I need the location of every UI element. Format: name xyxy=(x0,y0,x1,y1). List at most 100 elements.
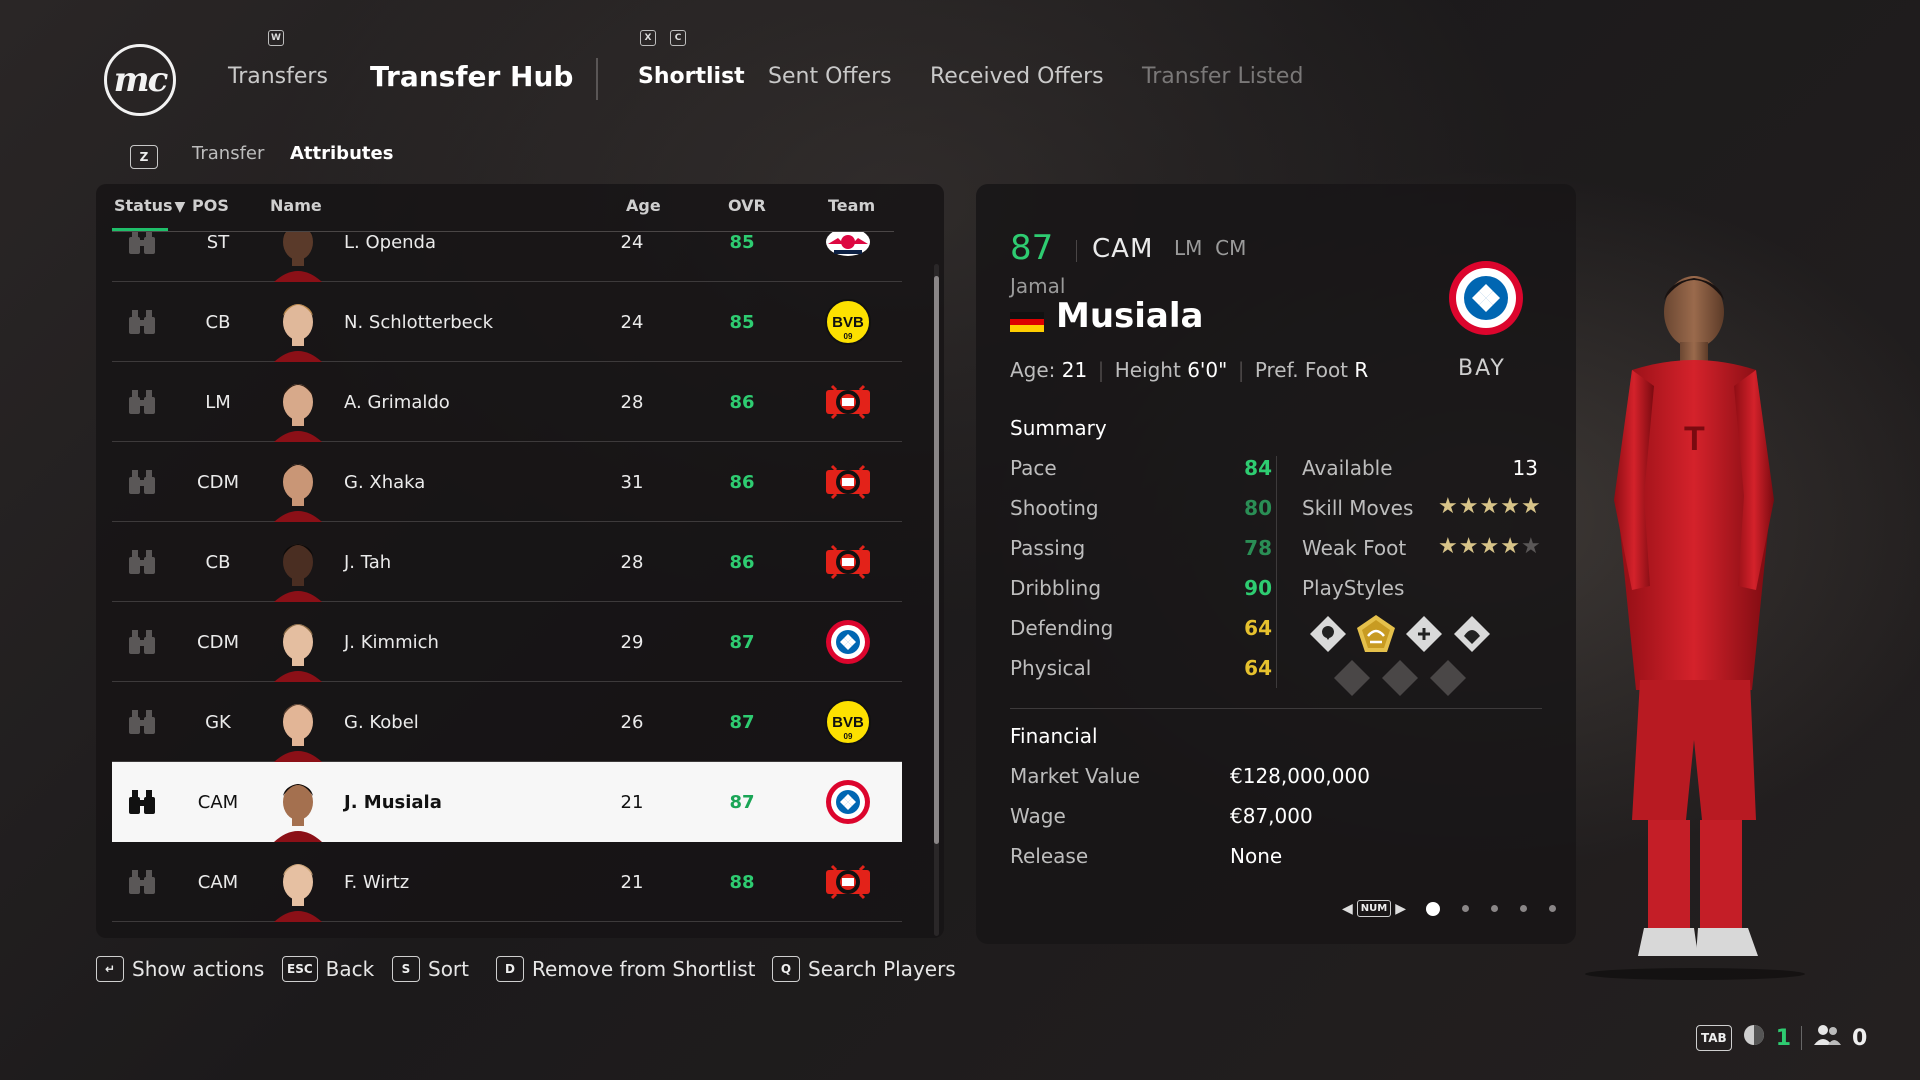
row-age: 28 xyxy=(620,391,644,413)
table-row[interactable]: LM A. Grimaldo 28 86 xyxy=(112,362,902,442)
player-headshot xyxy=(268,602,328,682)
age-value: 21 xyxy=(1061,358,1088,382)
tab-transfer-listed[interactable]: Transfer Listed xyxy=(1142,56,1303,96)
shortlist-binoculars-icon[interactable] xyxy=(124,762,160,842)
nav-transfers-label: Transfers xyxy=(228,63,328,89)
table-row[interactable]: CB J. Tah 28 86 xyxy=(112,522,902,602)
row-position: CAM xyxy=(197,871,239,893)
shortlist-binoculars-icon[interactable] xyxy=(124,682,160,762)
financial-title: Financial xyxy=(1010,724,1098,748)
sort-button[interactable]: S Sort xyxy=(392,954,469,984)
player-headshot xyxy=(268,362,328,442)
pager-dot[interactable] xyxy=(1491,905,1499,912)
tab-received-offers[interactable]: Received Offers xyxy=(930,56,1104,96)
stat-dribbling-label: Dribbling xyxy=(1010,576,1102,600)
summary-divider xyxy=(1276,456,1277,688)
leverkusen-crest-icon xyxy=(822,362,874,442)
table-row[interactable]: CDM J. Kimmich 29 87 xyxy=(112,602,902,682)
pager-dot[interactable] xyxy=(1520,905,1528,912)
tab-transfer-listed-label: Transfer Listed xyxy=(1142,63,1304,89)
page-pager[interactable]: ◀ NUM ▶ xyxy=(1342,900,1557,917)
column-age[interactable]: Age xyxy=(626,196,661,215)
shortlist-binoculars-icon[interactable] xyxy=(124,442,160,522)
show-actions-button[interactable]: ↵ Show actions xyxy=(96,954,264,984)
table-row[interactable]: CB N. Schlotterbeck 24 85 BVB 09 xyxy=(112,282,902,362)
subtab-transfer[interactable]: Transfer xyxy=(192,143,264,164)
table-row[interactable]: CAM J. Musiala 21 87 xyxy=(112,762,902,842)
chevron-right-icon[interactable]: ▶ xyxy=(1395,901,1406,917)
stat-passing-value: 78 xyxy=(1244,536,1272,560)
player-ovr: 87 xyxy=(1010,228,1054,268)
skill-moves-stars: ★★★★★ xyxy=(1438,494,1542,519)
playstyle-empty-slot-icon xyxy=(1380,658,1420,698)
tab-received-offers-label: Received Offers xyxy=(930,63,1104,89)
player-detail-panel: 87 CAM LM CM Jamal Musiala Age: 21 | Hei… xyxy=(976,184,1576,944)
remove-from-shortlist-button[interactable]: D Remove from Shortlist xyxy=(496,954,755,984)
search-players-button[interactable]: Q Search Players xyxy=(772,954,956,984)
tab-sent-offers[interactable]: Sent Offers xyxy=(768,56,892,96)
playstyle-first-touch-icon[interactable] xyxy=(1308,614,1348,654)
column-status-label: Status xyxy=(114,196,173,215)
leverkusen-crest-icon xyxy=(822,842,874,922)
row-ovr: 88 xyxy=(729,871,755,893)
row-ovr: 86 xyxy=(729,551,755,573)
stat-defending-label: Defending xyxy=(1010,616,1114,640)
row-age: 21 xyxy=(620,871,644,893)
bayern-crest-icon xyxy=(822,602,874,682)
chevron-left-icon[interactable]: ◀ xyxy=(1342,901,1353,917)
nav-transfers[interactable]: Transfers xyxy=(228,56,328,96)
stat-physical-label: Physical xyxy=(1010,656,1092,680)
table-row[interactable]: CAM F. Wirtz 21 88 xyxy=(112,842,902,922)
height-value: 6'0" xyxy=(1187,358,1228,382)
column-pos[interactable]: POS xyxy=(192,196,229,215)
shortlist-binoculars-icon[interactable] xyxy=(124,522,160,602)
column-name[interactable]: Name xyxy=(270,196,322,215)
player-bio-line: Age: 21 | Height 6'0" | Pref. Foot R xyxy=(1010,358,1369,382)
row-position: CB xyxy=(205,551,231,573)
playstyle-empty-slot-icon xyxy=(1428,658,1468,698)
wage-label: Wage xyxy=(1010,804,1066,828)
playstyle-rapid-icon[interactable] xyxy=(1404,614,1444,654)
tab-key-icon[interactable]: TAB xyxy=(1696,1025,1732,1051)
available-value: 13 xyxy=(1512,456,1538,480)
num-key-hint: NUM xyxy=(1356,900,1392,917)
row-age: 29 xyxy=(620,631,644,653)
playstyle-flair-icon[interactable] xyxy=(1452,614,1492,654)
tab-shortlist-label: Shortlist xyxy=(638,63,745,89)
stat-pace-label: Pace xyxy=(1010,456,1057,480)
shortlist-binoculars-icon[interactable] xyxy=(124,232,160,282)
stat-physical-value: 64 xyxy=(1244,656,1272,680)
table-row[interactable]: ST L. Openda 24 85 xyxy=(112,232,902,282)
column-team[interactable]: Team xyxy=(828,196,875,215)
page-title: Transfer Hub xyxy=(370,56,573,96)
tab-shortlist[interactable]: Shortlist xyxy=(638,56,745,96)
row-age: 21 xyxy=(620,791,644,813)
show-actions-label: Show actions xyxy=(132,957,265,981)
table-row[interactable]: CDM G. Xhaka 31 86 xyxy=(112,442,902,522)
ovr-divider xyxy=(1076,240,1077,262)
subtab-attributes[interactable]: Attributes xyxy=(290,143,393,164)
scrollbar-thumb[interactable] xyxy=(934,276,939,844)
playstyle-technical-plus-icon[interactable] xyxy=(1356,614,1396,654)
table-row[interactable]: GK G. Kobel 26 87 BVB 09 xyxy=(112,682,902,762)
row-ovr: 86 xyxy=(729,471,755,493)
search-players-label: Search Players xyxy=(808,957,956,981)
row-position: CDM xyxy=(197,631,239,653)
pager-dot[interactable] xyxy=(1426,901,1441,916)
row-player-name: J. Musiala xyxy=(344,791,442,813)
star-icon: ★ xyxy=(1500,494,1521,519)
back-button[interactable]: ESC Back xyxy=(282,954,374,984)
shortlist-binoculars-icon[interactable] xyxy=(124,602,160,682)
pager-dot[interactable] xyxy=(1549,905,1557,912)
star-icon: ★ xyxy=(1458,494,1480,519)
shortlist-binoculars-icon[interactable] xyxy=(124,842,160,922)
column-ovr[interactable]: OVR xyxy=(728,196,766,215)
column-status[interactable]: Status ▼ xyxy=(114,196,185,215)
svg-text:09: 09 xyxy=(844,732,853,741)
foot-value: R xyxy=(1354,358,1369,382)
star-icon: ★ xyxy=(1479,494,1501,519)
row-ovr: 87 xyxy=(729,631,755,653)
shortlist-binoculars-icon[interactable] xyxy=(124,282,160,362)
pager-dot[interactable] xyxy=(1462,905,1470,912)
shortlist-binoculars-icon[interactable] xyxy=(124,362,160,442)
